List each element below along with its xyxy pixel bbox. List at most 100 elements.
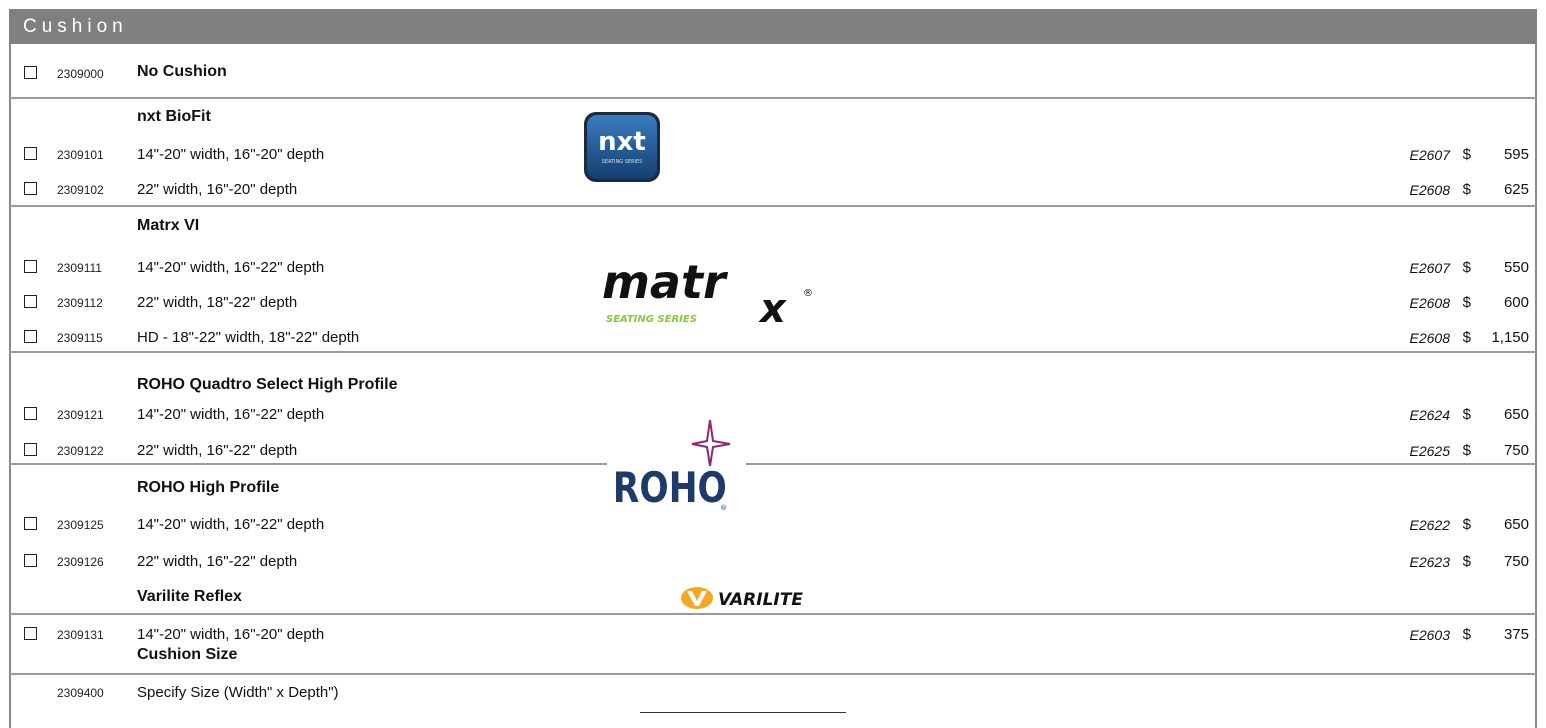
svg-text:matr: matr [602,256,729,309]
hcpcs-code: E2625 [1409,443,1450,459]
option-description: 22" width, 18"-22" depth [137,294,298,311]
option-description: Specify Size (Width" x Depth") [137,684,339,701]
option-code: 2309400 [57,686,104,700]
option-price: 625 [1503,181,1529,198]
currency-symbol: $ [1462,259,1471,276]
option-checkbox[interactable] [24,260,37,273]
option-checkbox[interactable] [24,554,37,567]
option-code: 2309126 [57,555,104,569]
option-description: 14"-20" width, 16"-20" depth [137,626,325,643]
section-title: Cushion [23,16,128,37]
option-code: 2309115 [57,331,103,345]
option-checkbox[interactable] [24,407,37,420]
option-row: 2309122 22" width, 16"-22" depth E2625 $… [9,437,1537,464]
option-code: 2309000 [57,67,104,81]
option-code: 2309131 [57,628,104,642]
matrx-logo: matr x ® SEATING SERIES [600,255,830,332]
option-checkbox[interactable] [24,147,37,160]
option-price: 595 [1503,146,1529,163]
hcpcs-code: E2608 [1409,182,1450,198]
option-checkbox[interactable] [24,517,37,530]
group-title-row: nxt BioFit [9,104,1537,131]
hcpcs-code: E2607 [1409,260,1450,276]
svg-text:ROHO: ROHO [613,464,727,513]
svg-text:x: x [758,286,787,326]
group-divider [9,97,1537,99]
option-row: 2309102 22" width, 16"-20" depth E2608 $… [9,176,1537,203]
option-code: 2309102 [57,183,104,197]
option-price: 1,150 [1491,329,1529,346]
option-row: 2309125 14"-20" width, 16"-22" depth E26… [9,511,1537,538]
currency-symbol: $ [1462,181,1471,198]
roho-logo: ROHO ® [608,418,748,518]
option-label: No Cushion [137,63,227,80]
option-price: 650 [1503,516,1529,533]
option-row: 2309101 14"-20" width, 16"-20" depth E26… [9,141,1537,168]
option-price: 750 [1503,553,1529,570]
option-price: 600 [1503,294,1529,311]
option-checkbox[interactable] [24,627,37,640]
group-title: ROHO High Profile [137,479,280,496]
varilite-logo: VARILITE [680,584,870,612]
option-checkbox[interactable] [24,443,37,456]
option-code: 2309112 [57,296,103,310]
hcpcs-code: E2623 [1409,554,1450,570]
option-description: HD - 18"-22" width, 18"-22" depth [137,329,360,346]
option-price: 375 [1503,626,1529,643]
group-divider [9,351,1537,353]
option-code: 2309122 [57,444,104,458]
currency-symbol: $ [1462,442,1471,459]
group-title-row: ROHO High Profile [9,475,1537,502]
option-row: 2309115 HD - 18"-22" width, 18"-22" dept… [9,324,1537,351]
currency-symbol: $ [1462,553,1471,570]
option-code: 2309101 [57,148,104,162]
section-header: Cushion [9,9,1537,44]
hcpcs-code: E2608 [1409,330,1450,346]
option-code: 2309111 [57,261,102,275]
svg-text:VARILITE: VARILITE [718,590,803,610]
option-code: 2309125 [57,518,104,532]
svg-text:®: ® [720,504,727,512]
currency-symbol: $ [1462,626,1471,643]
hcpcs-code: E2624 [1409,407,1450,423]
option-description: 22" width, 16"-20" depth [137,181,298,198]
option-row-no-cushion: 2309000 No Cushion [9,49,1537,93]
hcpcs-code: E2622 [1409,517,1450,533]
currency-symbol: $ [1462,406,1471,423]
group-divider [9,463,607,465]
option-price: 550 [1503,259,1529,276]
option-row: 2309121 14"-20" width, 16"-22" depth E26… [9,401,1537,428]
size-entry-line[interactable] [640,712,846,713]
option-price: 750 [1503,442,1529,459]
group-title: Varilite Reflex [137,588,242,605]
svg-text:SEATING SERIES: SEATING SERIES [602,159,643,165]
group-title-row: ROHO Quadtro Select High Profile [9,372,1537,399]
group-divider [9,613,1537,615]
option-checkbox[interactable] [24,330,37,343]
currency-symbol: $ [1462,329,1471,346]
option-checkbox[interactable] [24,295,37,308]
svg-text:nxt: nxt [598,127,646,157]
hcpcs-code: E2607 [1409,147,1450,163]
group-divider [9,673,1537,675]
hcpcs-code: E2608 [1409,295,1450,311]
currency-symbol: $ [1462,146,1471,163]
group-title-row: Matrx VI [9,213,1537,240]
nxt-logo: nxt SEATING SERIES [582,110,662,184]
option-description: 22" width, 16"-22" depth [137,553,298,570]
svg-text:SEATING SERIES: SEATING SERIES [606,314,697,325]
option-code: 2309121 [57,408,104,422]
option-checkbox[interactable] [24,66,37,79]
hcpcs-code: E2603 [1409,627,1450,643]
option-description: 22" width, 16"-22" depth [137,442,298,459]
option-row: 2309126 22" width, 16"-22" depth E2623 $… [9,548,1537,575]
currency-symbol: $ [1462,516,1471,533]
svg-text:®: ® [803,288,813,299]
group-title: Matrx VI [137,217,200,234]
option-checkbox[interactable] [24,182,37,195]
group-divider [9,205,1537,207]
option-description: 14"-20" width, 16"-22" depth [137,406,325,423]
group-title-row: Cushion Size [9,642,1537,669]
group-title: nxt BioFit [137,108,211,125]
option-price: 650 [1503,406,1529,423]
